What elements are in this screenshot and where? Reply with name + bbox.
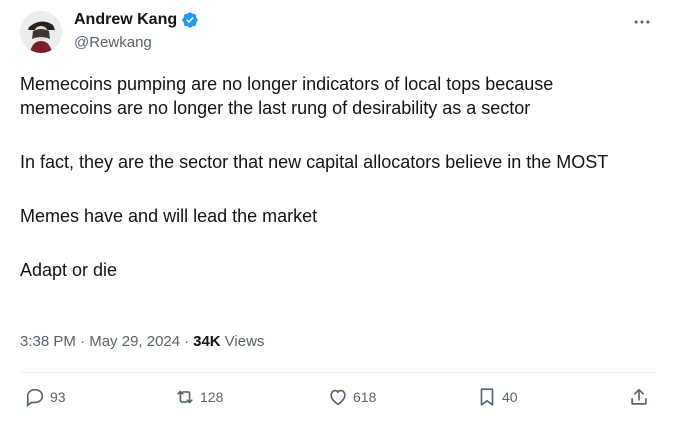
reply-count: 93 (50, 389, 66, 405)
like-count: 618 (353, 389, 377, 405)
tweet-time: 3:38 PM (20, 333, 76, 350)
bookmark-count: 40 (502, 389, 518, 405)
action-bar: 93 128 618 40 (20, 386, 656, 412)
tweet-text: Memecoins pumping are no longer indicato… (20, 72, 650, 312)
tweet-paragraph: In fact, they are the sector that new ca… (20, 152, 609, 172)
repost-icon (177, 390, 193, 404)
tweet-paragraph: Memes have and will lead the market (20, 206, 318, 226)
profile-avatar-icon (20, 11, 62, 53)
more-options-button[interactable] (630, 12, 654, 32)
share-icon (631, 388, 647, 405)
author-handle[interactable]: @Rewkang (74, 34, 152, 51)
tweet-paragraph: Memecoins pumping are no longer indicato… (20, 74, 554, 118)
divider (20, 372, 656, 373)
author-name-row: Andrew Kang (74, 10, 199, 29)
tweet-card: Andrew Kang @Rewkang Memecoins pumping a… (0, 0, 676, 421)
heart-icon (330, 389, 346, 406)
reply-icon (26, 388, 44, 407)
bookmark-button[interactable]: 40 (476, 386, 518, 408)
timestamp-link[interactable]: 3:38 PM · May 29, 2024 (20, 333, 180, 350)
bookmark-icon (480, 388, 494, 406)
views-label: Views (224, 333, 265, 350)
avatar[interactable] (20, 11, 62, 53)
repost-button[interactable]: 128 (174, 386, 223, 408)
display-name[interactable]: Andrew Kang (74, 11, 177, 29)
like-button[interactable]: 618 (327, 386, 376, 408)
tweet-paragraph: Adapt or die (20, 260, 118, 280)
reply-button[interactable]: 93 (24, 386, 66, 408)
tweet-meta: 3:38 PM · May 29, 2024 · 34K Views (20, 333, 264, 350)
views-count: 34K (193, 333, 221, 350)
tweet-date: May 29, 2024 (89, 333, 181, 350)
more-horizontal-icon (634, 20, 650, 24)
meta-separator: · (184, 333, 190, 350)
meta-separator: · (80, 333, 86, 350)
share-button[interactable] (628, 386, 650, 408)
repost-count: 128 (200, 389, 224, 405)
verified-badge-icon (181, 11, 199, 29)
